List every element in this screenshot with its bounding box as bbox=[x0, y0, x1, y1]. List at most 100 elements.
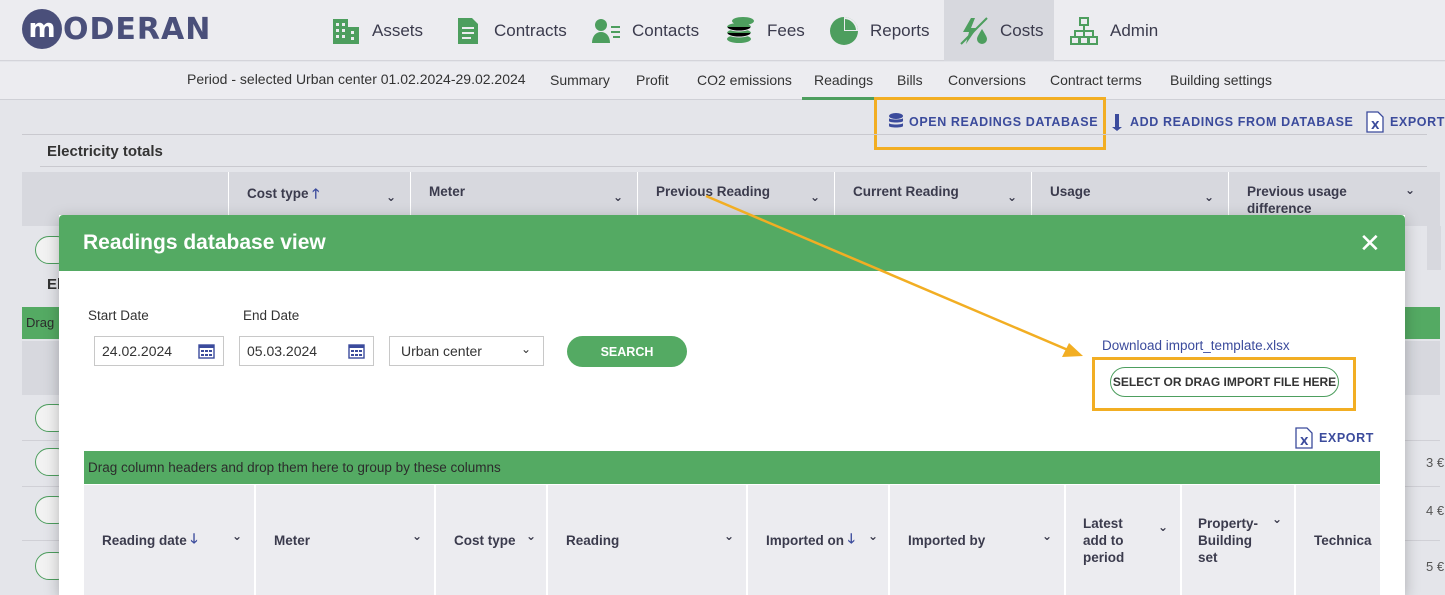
svg-text:X: X bbox=[1300, 435, 1309, 448]
start-date-field[interactable]: 24.02.2024 bbox=[94, 336, 224, 366]
add-readings-from-database-button[interactable]: ADD READINGS FROM DATABASE bbox=[1112, 110, 1353, 134]
search-button[interactable]: SEARCH bbox=[567, 336, 687, 367]
chevron-down-icon: ⌄ bbox=[723, 529, 734, 543]
column-label: Reading date bbox=[102, 532, 187, 548]
close-icon[interactable]: ✕ bbox=[1359, 230, 1381, 256]
column-label: Imported by bbox=[908, 532, 986, 548]
column-latest-add-to-period[interactable]: Latest add to period ⌄ bbox=[1066, 485, 1182, 595]
column-property-building-set[interactable]: Property-Building set ⌄ bbox=[1182, 485, 1296, 595]
tab-conversions[interactable]: Conversions bbox=[948, 62, 1026, 100]
column-imported-on[interactable]: Imported on 🡓 ⌄ bbox=[748, 485, 890, 595]
column-label: Meter bbox=[429, 184, 466, 199]
nav-reports[interactable]: Reports bbox=[828, 0, 938, 61]
column-imported-by[interactable]: Imported by ⌄ bbox=[890, 485, 1066, 595]
export-button-page[interactable]: X EXPORT bbox=[1366, 110, 1445, 134]
nav-admin[interactable]: Admin bbox=[1068, 0, 1168, 61]
chevron-down-icon: ⌄ bbox=[525, 529, 536, 543]
tab-building-settings[interactable]: Building settings bbox=[1170, 62, 1272, 100]
column-label: Cost type bbox=[454, 532, 516, 548]
coins-icon bbox=[725, 15, 757, 47]
chevron-down-icon: ⌄ bbox=[231, 529, 242, 543]
nav-costs[interactable]: Costs bbox=[944, 0, 1054, 61]
select-import-file-button[interactable]: SELECT OR DRAG IMPORT FILE HERE bbox=[1110, 367, 1339, 397]
open-readings-database-button[interactable]: OPEN READINGS DATABASE bbox=[888, 110, 1098, 134]
document-icon bbox=[452, 15, 484, 47]
group-by-drop-zone[interactable]: Drag column headers and drop them here t… bbox=[84, 451, 1380, 484]
chevron-down-icon: ⌄ bbox=[1041, 529, 1052, 543]
tab-summary[interactable]: Summary bbox=[550, 62, 610, 100]
chevron-down-icon: ⌄ bbox=[809, 190, 820, 204]
period-label[interactable]: Period - selected Urban center 01.02.202… bbox=[187, 62, 526, 100]
tab-contract-terms[interactable]: Contract terms bbox=[1050, 62, 1142, 100]
chevron-down-icon: ⌄ bbox=[411, 529, 422, 543]
export-label: EXPORT bbox=[1319, 431, 1374, 445]
readings-grid-header: Reading date 🡓 ⌄ Meter ⌄ Cost type ⌄ Readin… bbox=[84, 485, 1380, 595]
end-date-value: 05.03.2024 bbox=[247, 343, 318, 359]
divider bbox=[40, 166, 1427, 167]
nav-label: Assets bbox=[372, 20, 424, 40]
nav-label: Admin bbox=[1110, 20, 1159, 40]
column-label: Meter bbox=[274, 532, 311, 548]
column-reading[interactable]: Reading ⌄ bbox=[548, 485, 748, 595]
calendar-icon[interactable] bbox=[198, 343, 215, 359]
column-label: Imported on bbox=[766, 532, 844, 548]
amount-fragment: 5 € bbox=[1426, 559, 1445, 574]
group-bar-fragment: Drag bbox=[26, 315, 55, 330]
building-icon bbox=[330, 15, 362, 47]
nav-label: Contracts bbox=[494, 20, 567, 40]
chevron-down-icon: ⌄ bbox=[520, 342, 531, 356]
logo-text: ODERAN bbox=[63, 11, 212, 47]
sort-down-icon: 🡓 bbox=[847, 530, 855, 546]
add-readings-label: ADD READINGS FROM DATABASE bbox=[1130, 115, 1354, 129]
column-meter[interactable]: Meter ⌄ bbox=[256, 485, 436, 595]
nav-contracts[interactable]: Contracts bbox=[452, 0, 572, 61]
tab-readings[interactable]: Readings bbox=[802, 62, 886, 100]
tab-co2-emissions[interactable]: CO2 emissions bbox=[697, 62, 792, 100]
column-label: Reading bbox=[566, 532, 620, 548]
export-button-modal[interactable]: X EXPORT bbox=[1295, 426, 1374, 450]
column-label: Previous usage difference bbox=[1247, 184, 1347, 216]
nav-label: Fees bbox=[767, 20, 805, 40]
tab-bills[interactable]: Bills bbox=[897, 62, 923, 100]
column-cost-type[interactable]: Cost type ⌄ bbox=[436, 485, 548, 595]
nav-label: Contacts bbox=[632, 20, 700, 40]
chevron-down-icon: ⌄ bbox=[612, 190, 623, 204]
svg-text:X: X bbox=[1371, 119, 1380, 132]
column-label: Previous Reading bbox=[656, 184, 771, 199]
end-date-field[interactable]: 05.03.2024 bbox=[239, 336, 374, 366]
chevron-down-icon: ⌄ bbox=[385, 190, 396, 204]
column-reading-date[interactable]: Reading date 🡓 ⌄ bbox=[84, 485, 256, 595]
start-date-value: 24.02.2024 bbox=[102, 343, 173, 359]
excel-icon: X bbox=[1366, 111, 1384, 133]
column-label: Current Reading bbox=[853, 184, 959, 199]
calendar-icon[interactable] bbox=[348, 343, 365, 359]
column-technical[interactable]: Technica bbox=[1296, 485, 1380, 595]
end-date-label: End Date bbox=[243, 308, 300, 323]
tab-profit[interactable]: Profit bbox=[636, 62, 669, 100]
readings-database-modal: Readings database view ✕ Start Date End … bbox=[59, 215, 1405, 595]
nav-assets[interactable]: Assets bbox=[330, 0, 430, 61]
utilities-icon bbox=[958, 15, 990, 47]
logo-mark: m bbox=[22, 9, 62, 49]
arrow-down-icon bbox=[1112, 112, 1124, 132]
chevron-down-icon: ⌄ bbox=[1404, 183, 1415, 197]
download-template-link[interactable]: Download import_template.xlsx bbox=[1102, 338, 1290, 353]
sort-down-icon: 🡓 bbox=[190, 530, 198, 546]
column-label: Property-Building set bbox=[1198, 515, 1259, 565]
scrollbar[interactable] bbox=[1427, 226, 1441, 270]
location-select[interactable]: Urban center ⌄ bbox=[389, 336, 544, 366]
amount-fragment: 4 € bbox=[1426, 503, 1445, 518]
chevron-down-icon: ⌄ bbox=[1203, 190, 1214, 204]
chevron-down-icon: ⌄ bbox=[867, 529, 878, 543]
chevron-down-icon: ⌄ bbox=[1006, 190, 1017, 204]
moderan-logo[interactable]: m ODERAN bbox=[22, 9, 211, 49]
top-navigation-bar bbox=[0, 0, 1445, 61]
nav-contacts[interactable]: Contacts bbox=[590, 0, 705, 61]
chevron-down-icon: ⌄ bbox=[1271, 512, 1282, 526]
location-value: Urban center bbox=[401, 343, 482, 359]
nav-fees[interactable]: Fees bbox=[725, 0, 810, 61]
excel-icon: X bbox=[1295, 427, 1313, 449]
open-readings-database-label: OPEN READINGS DATABASE bbox=[909, 115, 1099, 129]
database-icon bbox=[888, 112, 904, 132]
pie-chart-icon bbox=[828, 15, 860, 47]
